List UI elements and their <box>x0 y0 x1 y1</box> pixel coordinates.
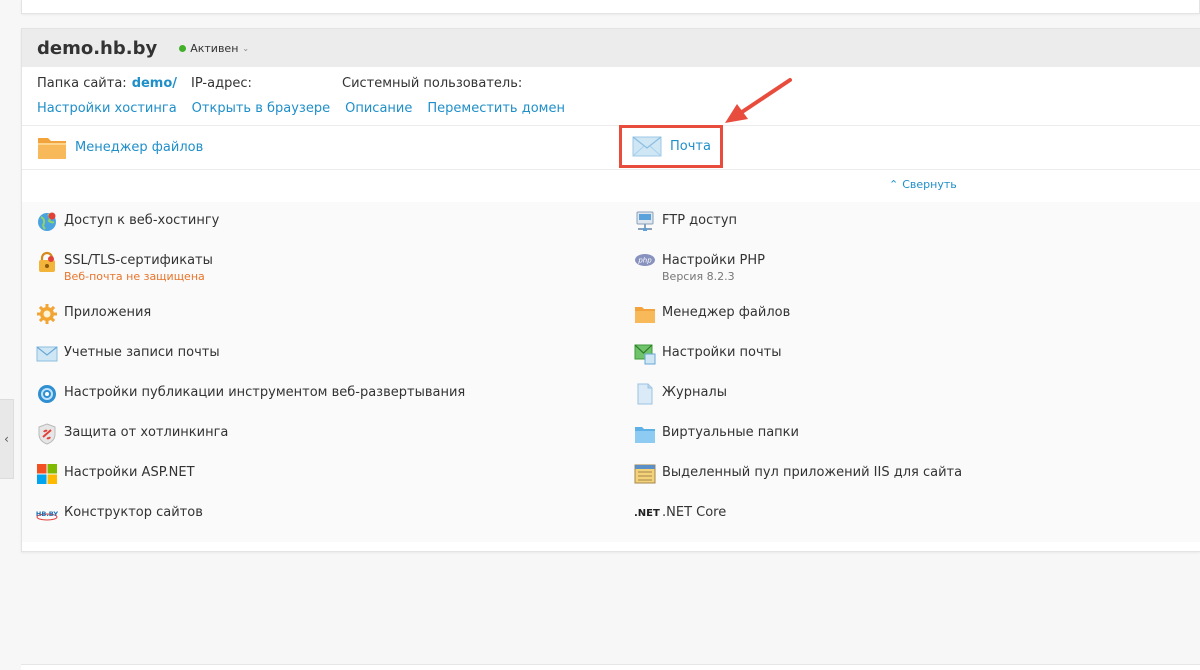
dotnet-icon: .NET <box>634 508 660 519</box>
tool-aspnet-settings[interactable]: Настройки ASP.NET <box>36 463 195 485</box>
tool-dotnet-core[interactable]: .NET .NET Core <box>634 503 726 525</box>
chevron-down-icon: ⌄ <box>242 43 250 53</box>
domain-links: Настройки хостинга Открыть в браузере Оп… <box>37 101 565 116</box>
ip-label: IP-адрес: <box>191 76 252 91</box>
globe-icon <box>38 212 56 231</box>
tool-ssl-certificates[interactable]: SSL/TLS-сертификаты Веб-почта не защищен… <box>36 251 213 283</box>
system-user-label: Системный пользователь: <box>342 76 523 91</box>
divider <box>22 169 1200 170</box>
tool-site-builder[interactable]: HB.BY Конструктор сайтов <box>36 503 203 525</box>
next-domain-card <box>21 664 1200 670</box>
tool-label: Доступ к веб-хостингу <box>64 213 220 228</box>
tool-label: Журналы <box>662 385 727 400</box>
domain-name[interactable]: demo.hb.by <box>37 38 157 59</box>
tool-label: Конструктор сайтов <box>64 505 203 520</box>
chevron-up-icon: ⌃ <box>889 178 899 191</box>
folder-label: Папка сайта: <box>37 76 127 91</box>
tool-label: Выделенный пул приложений IIS для сайта <box>662 465 963 480</box>
hosting-settings-link[interactable]: Настройки хостинга <box>37 101 177 116</box>
tool-label: SSL/TLS-сертификаты <box>64 253 213 268</box>
virtual-folder-icon <box>635 427 655 443</box>
status-label: Активен <box>190 41 239 55</box>
mail-settings-icon <box>634 344 656 365</box>
envelope-icon <box>36 346 58 362</box>
tool-label: Настройки почты <box>662 345 782 360</box>
php-version-text: Версия 8.2.3 <box>662 270 735 283</box>
mail-highlight-box <box>619 125 723 168</box>
status-dropdown[interactable]: Активен ⌄ <box>179 42 249 55</box>
domain-info-row: Папка сайта: demo/ IP-адрес: Системный п… <box>37 76 522 91</box>
tool-web-deploy-settings[interactable]: Настройки публикации инструментом веб-ра… <box>36 383 465 405</box>
ssl-warning-text: Веб-почта не защищена <box>64 270 205 283</box>
tool-web-hosting-access[interactable]: Доступ к веб-хостингу <box>36 211 219 233</box>
tool-label: Менеджер файлов <box>662 305 791 320</box>
move-domain-link[interactable]: Переместить домен <box>427 101 565 116</box>
tool-hotlink-protection[interactable]: Защита от хотлинкинга <box>36 423 228 445</box>
tool-logs[interactable]: Журналы <box>634 383 727 405</box>
domain-card-header: demo.hb.by Активен ⌄ <box>22 29 1200 67</box>
tool-label: .NET Core <box>662 505 727 520</box>
previous-domain-card <box>21 0 1200 14</box>
quick-file-manager-link[interactable]: Менеджер файлов <box>75 140 203 155</box>
tool-applications[interactable]: Приложения <box>36 303 151 325</box>
hb-logo-icon: HB.BY <box>36 510 58 521</box>
quick-access-row: Менеджер файлов Почта <box>22 126 1200 169</box>
tool-label: Настройки публикации инструментом веб-ра… <box>64 385 466 400</box>
folder-link[interactable]: demo/ <box>132 76 177 91</box>
php-icon: php <box>635 254 655 266</box>
quick-file-manager[interactable]: Менеджер файлов <box>37 134 203 160</box>
web-deploy-icon <box>38 385 56 403</box>
tool-file-manager[interactable]: Менеджер файлов <box>634 303 790 325</box>
ftp-icon <box>636 211 654 231</box>
shield-icon <box>38 423 56 445</box>
log-icon <box>637 383 653 405</box>
svg-text:HB.BY: HB.BY <box>36 510 58 518</box>
windows-icon <box>37 464 57 484</box>
svg-text:php: php <box>637 257 652 265</box>
tool-label: Настройки PHP <box>662 253 766 268</box>
tool-php-settings[interactable]: php Настройки PHP Версия 8.2.3 <box>634 251 765 283</box>
folder-icon <box>635 307 655 323</box>
tool-label: Учетные записи почты <box>64 345 220 360</box>
tool-label: FTP доступ <box>662 213 738 228</box>
tool-label: Настройки ASP.NET <box>64 465 195 480</box>
tool-virtual-folders[interactable]: Виртуальные папки <box>634 423 799 445</box>
tools-panel: Доступ к веб-хостингу SSL/TLS-сертификат… <box>22 202 1200 542</box>
domain-card: demo.hb.by Активен ⌄ Папка сайта: demo/ … <box>21 28 1200 552</box>
tool-iis-app-pool[interactable]: Выделенный пул приложений IIS для сайта <box>634 463 962 485</box>
collapse-label: Свернуть <box>902 178 957 191</box>
tool-label: Приложения <box>64 305 152 320</box>
open-in-browser-link[interactable]: Открыть в браузере <box>192 101 330 116</box>
tool-mail-settings[interactable]: Настройки почты <box>634 343 782 365</box>
tool-label: Виртуальные папки <box>662 425 799 440</box>
chevron-left-icon: ‹ <box>4 432 9 446</box>
collapse-link[interactable]: ⌃ Свернуть <box>889 178 957 191</box>
tool-label: Защита от хотлинкинга <box>64 425 229 440</box>
tool-ftp-access[interactable]: FTP доступ <box>634 211 737 233</box>
lock-icon <box>39 251 55 272</box>
tool-mail-accounts[interactable]: Учетные записи почты <box>36 343 220 365</box>
sidebar-toggle-handle[interactable]: ‹ <box>0 399 14 479</box>
folder-icon <box>38 138 66 159</box>
description-link[interactable]: Описание <box>345 101 412 116</box>
iis-pool-icon <box>634 464 656 484</box>
status-dot-icon <box>179 44 187 52</box>
gear-icon <box>37 304 57 324</box>
